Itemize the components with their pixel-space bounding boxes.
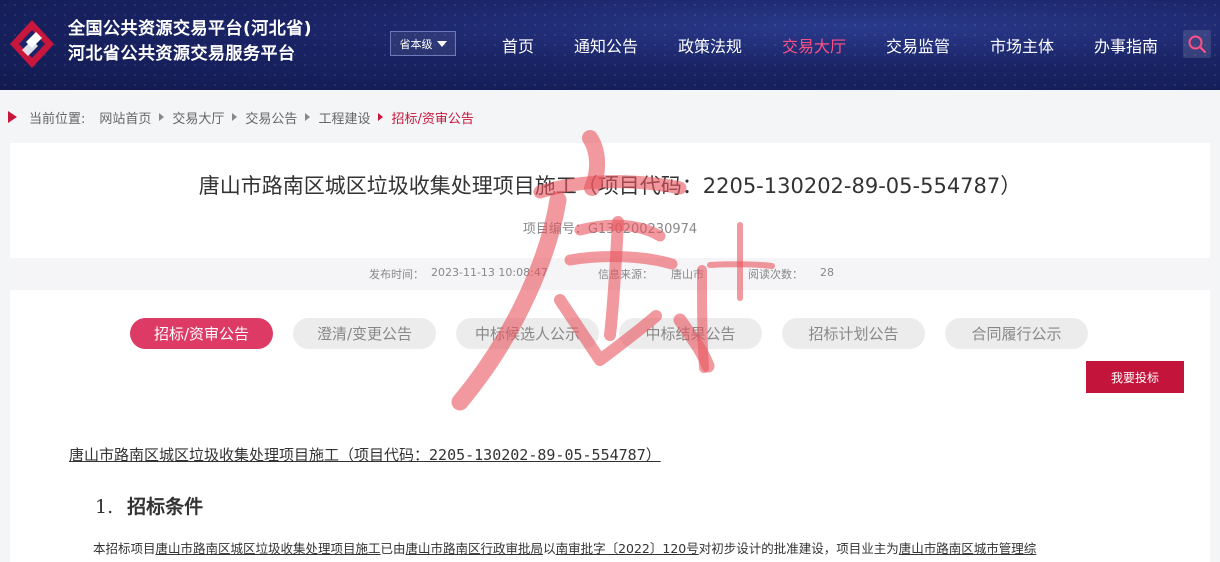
nav-service-guide[interactable]: 办事指南 (1094, 33, 1158, 57)
site-header: 全国公共资源交易平台(河北省) 河北省公共资源交易服务平台 省本级 首页 通知公… (0, 0, 1220, 90)
para-owner: 唐山市路南区城市管理综 (898, 541, 1037, 556)
source-value: 唐山市 (671, 268, 704, 281)
source-label: 信息来源： (598, 268, 653, 281)
breadcrumb-separator-icon (305, 113, 311, 121)
views-label: 阅读次数： (748, 268, 803, 281)
breadcrumb-engineering[interactable]: 工程建设 (318, 108, 370, 127)
nav-trading-hall[interactable]: 交易大厅 (782, 33, 846, 57)
nav-market-entities[interactable]: 市场主体 (990, 33, 1054, 57)
chevron-down-icon (436, 40, 447, 47)
tab-award-result[interactable]: 中标结果公告 (619, 318, 762, 349)
section-title: 招标条件 (127, 496, 204, 518)
site-title[interactable]: 全国公共资源交易平台(河北省) 河北省公共资源交易服务平台 (68, 17, 312, 67)
location-arrow-icon (8, 111, 17, 123)
article-title: 唐山市路南区城区垃圾收集处理项目施工（项目代码：2205-130202-89-0… (198, 174, 1022, 198)
publish-label: 发布时间： (369, 268, 424, 281)
tab-plan[interactable]: 招标计划公告 (782, 318, 925, 349)
para-text: 已由 (380, 541, 406, 556)
para-project-name: 唐山市路南区城区垃圾收集处理项目施工 (155, 541, 381, 556)
breadcrumb-home[interactable]: 网站首页 (99, 108, 151, 127)
level-select-value: 省本级 (399, 37, 433, 51)
para-approval-authority: 唐山市路南区行政审批局 (405, 541, 544, 556)
breadcrumb-separator-icon (378, 113, 384, 121)
breadcrumb-trade-notices[interactable]: 交易公告 (245, 108, 297, 127)
project-number: 项目编号：G130200230974 (522, 222, 698, 237)
breadcrumb-separator-icon (159, 113, 165, 121)
section-heading: 1. 招标条件 (95, 492, 203, 519)
site-title-line2: 河北省公共资源交易服务平台 (68, 44, 296, 64)
para-text: 本招标项目 (93, 541, 156, 556)
breadcrumb-current[interactable]: 招标/资审公告 (391, 108, 473, 127)
para-approval-doc: 南审批字〔2022〕120号 (555, 541, 699, 556)
tab-candidate[interactable]: 中标候选人公示 (456, 318, 599, 349)
breadcrumb: 当前位置: 网站首页 交易大厅 交易公告 工程建设 招标/资审公告 (8, 107, 474, 127)
para-text: 以 (543, 541, 556, 556)
breadcrumb-separator-icon (232, 113, 238, 121)
search-button[interactable] (1183, 30, 1211, 58)
para-text: 对初步设计的批准建设，项目业主为 (698, 541, 899, 556)
level-select[interactable]: 省本级 (390, 31, 456, 56)
tab-clarification[interactable]: 澄清/变更公告 (293, 318, 436, 349)
nav-policies[interactable]: 政策法规 (678, 33, 742, 57)
views-count: 28 (820, 266, 834, 279)
nav-notices[interactable]: 通知公告 (574, 33, 638, 57)
site-logo[interactable] (6, 18, 58, 70)
paragraph: 本招标项目唐山市路南区城区垃圾收集处理项目施工已由唐山市路南区行政审批局以南审批… (93, 538, 1036, 557)
nav-supervision[interactable]: 交易监管 (886, 33, 950, 57)
nav-home[interactable]: 首页 (502, 33, 534, 57)
submit-bid-button[interactable]: 我要投标 (1086, 361, 1184, 393)
tab-bid-notice[interactable]: 招标/资审公告 (130, 318, 273, 349)
publish-time: 2023-11-13 10:08:47 (431, 266, 548, 279)
breadcrumb-prefix: 当前位置: (29, 111, 86, 127)
document-heading: 唐山市路南区城区垃圾收集处理项目施工（项目代码：2205-130202-89-0… (69, 446, 661, 464)
section-number: 1. (95, 496, 114, 518)
search-icon (1188, 35, 1207, 54)
site-title-line1: 全国公共资源交易平台(河北省) (68, 19, 313, 39)
tab-contract[interactable]: 合同履行公示 (945, 318, 1088, 349)
breadcrumb-trading-hall[interactable]: 交易大厅 (172, 108, 224, 127)
